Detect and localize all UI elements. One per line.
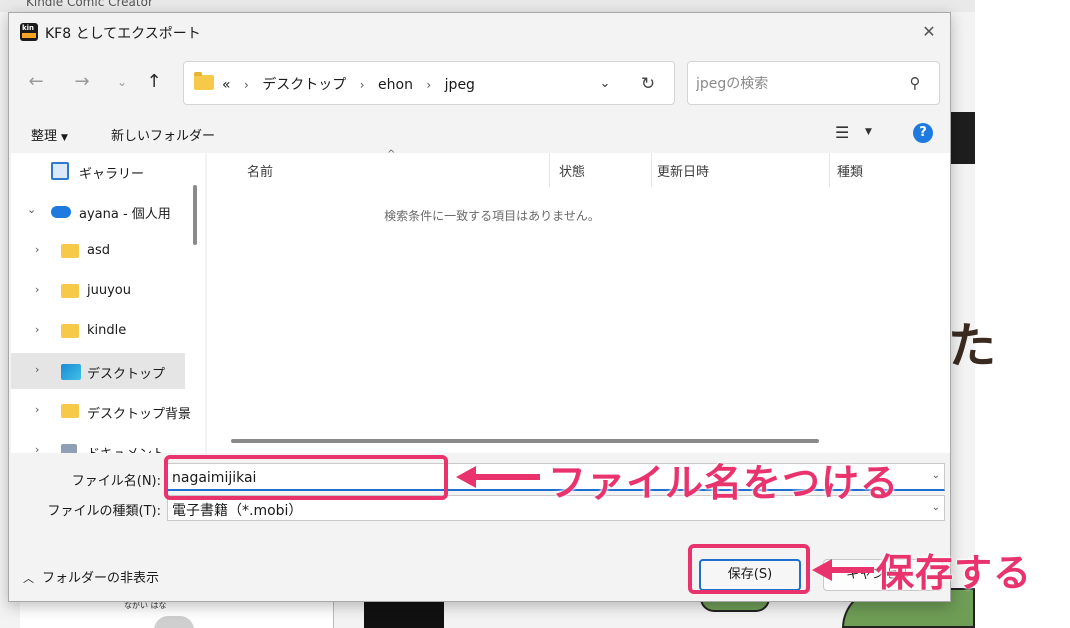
- file-list: ^ 名前 状態 更新日時 種類 検索条件に一致する項目はありません。: [207, 149, 950, 453]
- arrow-left-icon: [812, 559, 832, 581]
- hide-folders-label: フォルダーの非表示: [42, 571, 160, 586]
- sidebar-item-onedrive[interactable]: ⌄ ayana - 個人用: [11, 193, 185, 229]
- sidebar-item-label: デスクトップ背景: [87, 407, 192, 422]
- search-input[interactable]: [696, 73, 896, 95]
- desktop-icon: [61, 364, 81, 380]
- sidebar-item-kindle[interactable]: › kindle: [11, 313, 185, 349]
- folder-icon: [61, 324, 79, 338]
- organize-button[interactable]: 整理 ▼: [31, 125, 68, 144]
- background-partial-character: た: [948, 318, 997, 374]
- background-book-page: ながい はな: [20, 600, 334, 628]
- breadcrumb: « › デスクトップ › ehon › jpeg: [222, 77, 475, 93]
- filename-highlight-box: [164, 455, 448, 500]
- column-header-type[interactable]: 種類: [837, 161, 863, 180]
- sidebar-item-label: asd: [87, 243, 110, 258]
- column-header-name[interactable]: 名前: [247, 161, 273, 180]
- back-arrow-icon[interactable]: ←: [21, 67, 51, 97]
- filetype-label: ファイルの種類(T):: [47, 504, 161, 519]
- caret-down-icon: ▼: [61, 133, 68, 143]
- view-options-caret-icon[interactable]: ▼: [865, 127, 872, 137]
- sidebar-item-documents[interactable]: › ドキュメント: [11, 433, 185, 453]
- column-header-status[interactable]: 状態: [559, 161, 585, 180]
- file-list-horizontal-scrollbar[interactable]: [231, 439, 819, 443]
- breadcrumb-item-jpeg[interactable]: jpeg: [445, 77, 475, 93]
- help-icon[interactable]: ?: [913, 123, 933, 143]
- empty-folder-message: 検索条件に一致する項目はありません。: [384, 209, 600, 223]
- chevron-right-icon[interactable]: ›: [35, 283, 39, 296]
- view-options-icon[interactable]: ☰: [835, 123, 849, 142]
- hide-folders-toggle[interactable]: ︿ フォルダーの非表示: [23, 567, 159, 586]
- chevron-right-icon[interactable]: ›: [35, 323, 39, 336]
- folder-icon: [61, 284, 79, 298]
- search-icon[interactable]: ⚲: [905, 73, 925, 93]
- arrow-line: [474, 474, 540, 480]
- sidebar-item-label: juuyou: [87, 283, 131, 298]
- chevron-up-icon: ︿: [23, 572, 34, 585]
- breadcrumb-overflow[interactable]: «: [222, 77, 231, 93]
- save-highlight-box: [688, 544, 810, 594]
- navigation-pane: ギャラリー ⌄ ayana - 個人用 › asd › juuyou › kin…: [11, 153, 205, 453]
- filetype-dropdown-chevron-icon[interactable]: ⌄: [932, 502, 940, 513]
- save-annotation: 保存する: [876, 551, 1033, 595]
- up-arrow-icon[interactable]: ↑: [139, 67, 169, 97]
- column-divider[interactable]: [549, 153, 550, 187]
- breadcrumb-item-desktop[interactable]: デスクトップ: [262, 77, 346, 93]
- folder-icon: [61, 244, 79, 258]
- dialog-title: KF8 としてエクスポート: [45, 26, 201, 42]
- forward-arrow-icon[interactable]: →: [67, 67, 97, 97]
- filename-dropdown-chevron-icon[interactable]: ⌄: [932, 470, 940, 481]
- organize-label: 整理: [31, 129, 58, 144]
- nav-pane-scrollbar[interactable]: [193, 185, 197, 245]
- sidebar-item-juuyou[interactable]: › juuyou: [11, 273, 185, 309]
- arrow-left-icon: [456, 466, 476, 488]
- sidebar-item-label: ayana - 個人用: [79, 207, 171, 222]
- background-illustration: [154, 616, 194, 628]
- chevron-right-icon[interactable]: ›: [35, 443, 39, 453]
- navigation-bar: ← → ⌄ ↑ « › デスクトップ › ehon › jpeg ⌄ ↻ jpe…: [9, 59, 950, 105]
- chevron-right-icon[interactable]: ›: [35, 403, 39, 416]
- background-dark-panel-bottom: [364, 600, 444, 628]
- onedrive-cloud-icon: [51, 206, 71, 218]
- sidebar-item-desktop[interactable]: › デスクトップ: [11, 353, 185, 389]
- background-titlebar: Kindle Comic Creator: [0, 0, 975, 12]
- export-dialog: kin KF8 としてエクスポート ✕ ← → ⌄ ↑ « › デスクトップ ›…: [8, 12, 951, 602]
- background-app-title: Kindle Comic Creator: [26, 0, 153, 9]
- chevron-right-icon[interactable]: ›: [35, 363, 39, 376]
- address-dropdown-chevron-icon[interactable]: ⌄: [594, 73, 616, 95]
- sidebar-item-gallery[interactable]: ギャラリー: [11, 153, 185, 189]
- new-folder-button[interactable]: 新しいフォルダー: [111, 125, 215, 144]
- column-divider[interactable]: [829, 153, 830, 187]
- sidebar-item-label: kindle: [87, 323, 127, 338]
- sidebar-item-label: ドキュメント: [87, 443, 165, 453]
- chevron-right-icon[interactable]: ›: [35, 243, 39, 256]
- sidebar-item-desktop-background[interactable]: › デスクトップ背景: [11, 393, 191, 429]
- recent-locations-chevron-icon[interactable]: ⌄: [107, 67, 137, 97]
- folder-icon: [61, 404, 79, 418]
- column-divider[interactable]: [651, 153, 652, 187]
- documents-icon: [61, 444, 77, 453]
- sort-caret-icon: ^: [387, 149, 396, 160]
- close-icon[interactable]: ✕: [918, 21, 940, 43]
- kindle-app-icon: kin: [20, 23, 38, 41]
- screen: Kindle Comic Creator た ながい はな kin KF8 とし…: [0, 0, 1070, 628]
- dialog-titlebar: kin KF8 としてエクスポート ✕: [9, 13, 950, 51]
- search-box: ⚲: [687, 61, 940, 105]
- filename-label: ファイル名(N):: [71, 474, 161, 489]
- filetype-value: 電子書籍（*.mobi）: [172, 503, 303, 519]
- refresh-icon[interactable]: ↻: [636, 72, 660, 96]
- command-bar: 整理 ▼ 新しいフォルダー ☰ ▼ ?: [9, 117, 950, 151]
- sidebar-item-label: ギャラリー: [79, 167, 145, 182]
- breadcrumb-item-ehon[interactable]: ehon: [378, 77, 413, 93]
- address-bar[interactable]: « › デスクトップ › ehon › jpeg ⌄ ↻: [183, 61, 675, 105]
- gallery-icon: [51, 162, 69, 180]
- column-header-modified[interactable]: 更新日時: [657, 161, 709, 180]
- folder-icon: [194, 72, 214, 90]
- sidebar-item-label: デスクトップ: [87, 367, 166, 382]
- background-dark-panel: [950, 112, 975, 164]
- chevron-down-icon[interactable]: ⌄: [27, 203, 36, 216]
- arrow-line: [830, 567, 874, 573]
- filename-annotation: ファイル名をつける: [548, 461, 900, 505]
- sidebar-item-asd[interactable]: › asd: [11, 233, 185, 269]
